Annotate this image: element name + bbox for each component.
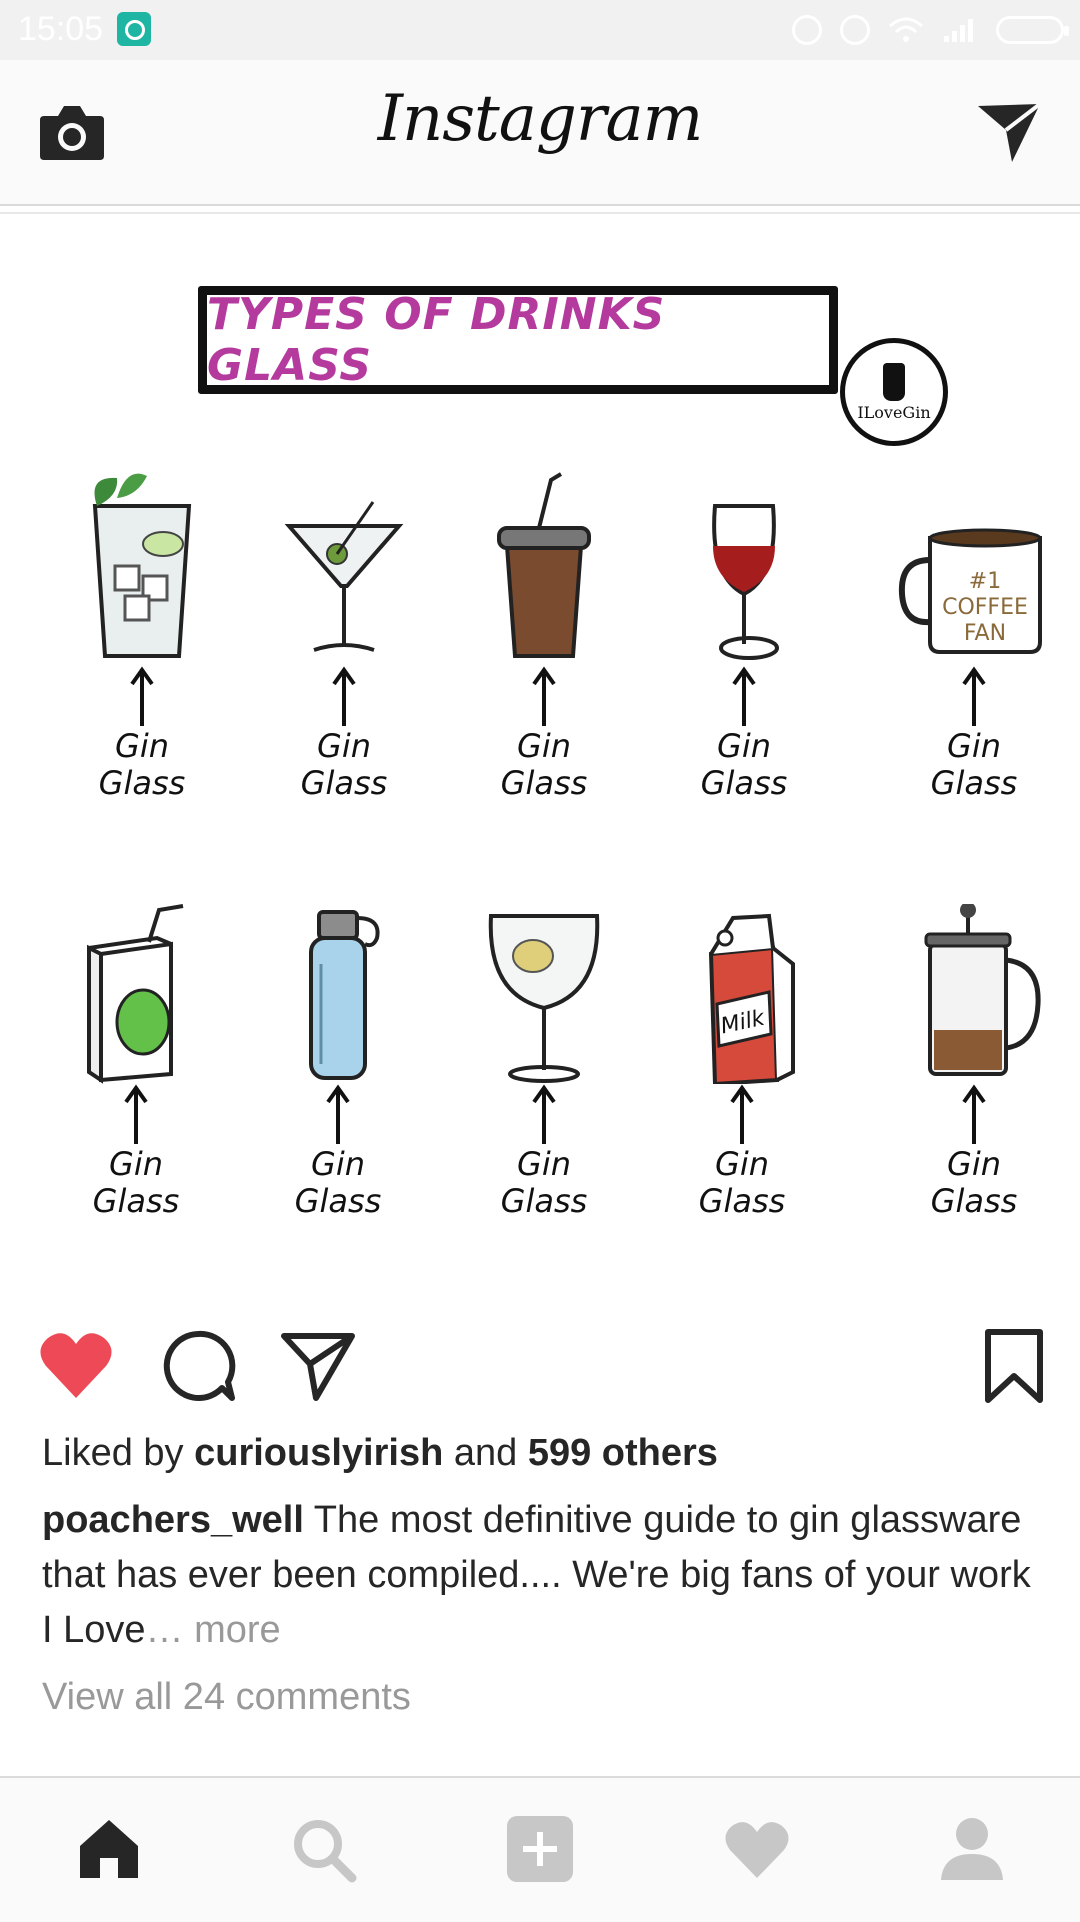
arrow-up-icon — [532, 1084, 556, 1144]
arrow-up-icon — [532, 666, 556, 726]
comment-icon[interactable] — [160, 1328, 236, 1404]
status-icons — [792, 12, 1069, 48]
post-username[interactable]: poachers_well — [42, 1499, 304, 1541]
item-caption-line1: Gin — [947, 1145, 1001, 1183]
liker-username[interactable]: curiouslyirish — [194, 1432, 443, 1474]
drink-item: Gin Glass — [454, 466, 634, 802]
item-caption-line1: Gin — [717, 727, 771, 765]
arrow-up-icon — [962, 1084, 986, 1144]
likes-middle: and — [443, 1432, 528, 1474]
status-time: 15:05 — [18, 10, 104, 48]
svg-text:#1: #1 — [969, 569, 1001, 594]
hotspot-icon — [792, 15, 822, 45]
item-caption-line1: Gin — [109, 1145, 163, 1183]
svg-text:COFFEE: COFFEE — [942, 595, 1028, 620]
arrow-up-icon — [326, 1084, 350, 1144]
heart-icon[interactable] — [38, 1328, 114, 1404]
drink-item: #1 COFFEE FAN Gin Glass — [884, 466, 1064, 802]
share-icon[interactable] — [280, 1328, 356, 1404]
alarm-icon — [840, 15, 870, 45]
bottle-icon — [883, 362, 905, 401]
item-caption-line1: Gin — [311, 1145, 365, 1183]
top-bar: Instagram — [0, 60, 1080, 206]
drink-item: Gin Glass — [454, 904, 634, 1220]
item-caption-line2: Glass — [500, 764, 588, 802]
item-caption-line1: Gin — [115, 727, 169, 765]
arrow-up-icon — [732, 666, 756, 726]
home-icon[interactable] — [74, 1814, 144, 1884]
item-caption-line1: Gin — [947, 727, 1001, 765]
bookmark-icon[interactable] — [976, 1328, 1052, 1404]
water-bottle-icon — [309, 910, 380, 1080]
signal-icon — [944, 19, 973, 42]
profile-icon[interactable] — [937, 1814, 1007, 1884]
likes-prefix: Liked by — [42, 1432, 195, 1474]
post-actions — [0, 1310, 1080, 1410]
item-caption-line2: Glass — [300, 764, 388, 802]
add-post-icon[interactable] — [505, 1814, 575, 1884]
french-press-icon — [924, 904, 1041, 1076]
coffee-cup-icon — [497, 472, 591, 658]
ilovegin-badge: ILoveGin — [840, 338, 948, 446]
coffee-mug-icon: #1 COFFEE FAN — [898, 528, 1042, 654]
arrow-up-icon — [124, 1084, 148, 1144]
martini-glass-icon — [284, 501, 404, 652]
banner: TYPES OF DRINKS GLASS — [198, 286, 838, 394]
drink-item: Gin Glass — [52, 466, 232, 802]
arrow-up-icon — [332, 666, 356, 726]
juice-box-icon — [87, 904, 184, 1084]
direct-message-icon[interactable] — [974, 100, 1044, 166]
post-image[interactable]: TYPES OF DRINKS GLASS ILoveGin Gin Glass… — [0, 214, 1080, 1284]
more-link[interactable]: more — [184, 1609, 281, 1651]
badge-text: ILoveGin — [857, 402, 931, 422]
item-caption-line2: Glass — [98, 764, 186, 802]
camera-icon[interactable] — [38, 100, 106, 164]
drink-item: Gin Glass — [248, 904, 428, 1220]
item-caption-line1: Gin — [317, 727, 371, 765]
mojito-glass-icon — [92, 473, 192, 658]
item-caption-line2: Glass — [700, 764, 788, 802]
activity-icon[interactable] — [722, 1814, 792, 1884]
item-caption-line1: Gin — [517, 727, 571, 765]
item-caption-line2: Glass — [930, 764, 1018, 802]
battery-icon — [996, 16, 1069, 44]
item-caption-line2: Glass — [698, 1182, 786, 1220]
arrow-up-icon — [730, 1084, 754, 1144]
item-caption-line2: Glass — [930, 1182, 1018, 1220]
bottom-nav — [0, 1776, 1080, 1922]
drink-item: Gin Glass — [884, 904, 1064, 1220]
item-caption-line1: Gin — [715, 1145, 769, 1183]
drink-item: Milk Gin Glass — [652, 904, 832, 1220]
arrow-up-icon — [130, 666, 154, 726]
drink-item: Gin Glass — [46, 904, 226, 1220]
item-caption-line2: Glass — [500, 1182, 588, 1220]
item-caption-line2: Glass — [294, 1182, 382, 1220]
milk-carton-icon: Milk — [708, 913, 795, 1084]
banner-title: TYPES OF DRINKS GLASS — [207, 289, 666, 391]
post-caption: poachers_well The most definitive guide … — [42, 1493, 1042, 1658]
likes-count[interactable]: 599 others — [528, 1432, 718, 1474]
view-comments-link[interactable]: View all 24 comments — [42, 1676, 411, 1719]
drink-item: Gin Glass — [254, 466, 434, 802]
search-icon[interactable] — [288, 1814, 358, 1884]
status-bar: 15:05 — [0, 0, 1080, 60]
svg-text:FAN: FAN — [964, 621, 1006, 646]
app-notification-icon — [117, 12, 151, 46]
copa-glass-icon — [488, 914, 600, 1083]
arrow-up-icon — [962, 666, 986, 726]
wifi-icon — [889, 17, 923, 42]
drink-item: Gin Glass — [654, 466, 834, 802]
wine-glass-icon — [712, 504, 779, 660]
caption-ellipsis: … — [145, 1609, 184, 1651]
item-caption-line1: Gin — [517, 1145, 571, 1183]
likes-summary: Liked by curiouslyirish and 599 others — [42, 1432, 718, 1475]
instagram-logo[interactable]: Instagram — [340, 82, 740, 156]
item-caption-line2: Glass — [92, 1182, 180, 1220]
